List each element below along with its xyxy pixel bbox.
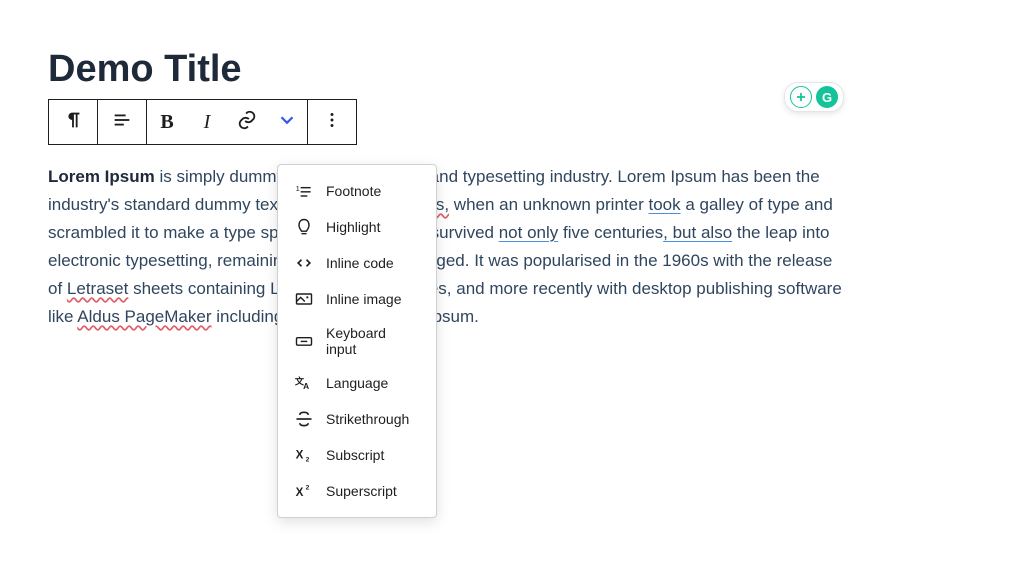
- dropdown-item-superscript[interactable]: X2 Superscript: [278, 473, 436, 509]
- highlight-icon: [294, 217, 314, 237]
- bold-button[interactable]: B: [147, 100, 187, 144]
- dropdown-item-label: Highlight: [326, 219, 380, 235]
- bold-icon: B: [160, 111, 173, 134]
- dropdown-item-label: Inline code: [326, 255, 394, 271]
- ellipsis-vertical-icon: [321, 109, 343, 136]
- image-icon: [294, 289, 314, 309]
- dropdown-item-strikethrough[interactable]: Strikethrough: [278, 401, 436, 437]
- body-seg: five centuries: [558, 223, 663, 242]
- svg-text:A: A: [303, 381, 309, 391]
- dropdown-item-inline-code[interactable]: Inline code: [278, 245, 436, 281]
- body-took: took: [648, 195, 680, 214]
- italic-button[interactable]: I: [187, 100, 227, 144]
- body-aldus: Aldus PageMaker: [77, 307, 211, 326]
- svg-text:X: X: [296, 486, 304, 499]
- dropdown-item-footnote[interactable]: 1 Footnote: [278, 173, 436, 209]
- options-button[interactable]: [308, 100, 356, 144]
- paragraph-block[interactable]: Lorem Ipsum is simply dummy text of the …: [48, 163, 848, 331]
- subscript-icon: X2: [294, 445, 314, 465]
- svg-text:1: 1: [296, 184, 300, 193]
- dropdown-item-label: Inline image: [326, 291, 402, 307]
- link-icon: [236, 109, 258, 136]
- svg-text:2: 2: [306, 484, 310, 491]
- dropdown-item-label: Language: [326, 375, 388, 391]
- italic-icon: I: [204, 111, 211, 134]
- chevron-down-icon: [276, 109, 298, 136]
- dropdown-item-label: Keyboard input: [326, 325, 420, 357]
- dropdown-item-highlight[interactable]: Highlight: [278, 209, 436, 245]
- dropdown-item-label: Strikethrough: [326, 411, 409, 427]
- footnote-icon: 1: [294, 181, 314, 201]
- svg-text:2: 2: [306, 457, 310, 464]
- grammarly-logo-icon: G: [816, 86, 838, 108]
- svg-text:X: X: [296, 448, 304, 461]
- keyboard-icon: [294, 331, 314, 351]
- dropdown-item-inline-image[interactable]: Inline image: [278, 281, 436, 317]
- link-button[interactable]: [227, 100, 267, 144]
- body-notonly: not only: [499, 223, 559, 242]
- pilcrow-icon: [62, 109, 84, 136]
- superscript-icon: X2: [294, 481, 314, 501]
- more-rich-text-button[interactable]: [267, 100, 307, 144]
- body-letraset: Letraset: [67, 279, 128, 298]
- dropdown-item-label: Subscript: [326, 447, 384, 463]
- code-icon: [294, 253, 314, 273]
- grammarly-widget[interactable]: G: [784, 82, 844, 112]
- dropdown-item-label: Superscript: [326, 483, 397, 499]
- block-toolbar: B I: [48, 99, 357, 145]
- dropdown-item-subscript[interactable]: X2 Subscript: [278, 437, 436, 473]
- rich-text-dropdown: 1 Footnote Highlight Inline code Inline …: [277, 164, 437, 518]
- align-left-icon: [111, 109, 133, 136]
- body-seg: when an unknown printer: [449, 195, 648, 214]
- dropdown-item-label: Footnote: [326, 183, 381, 199]
- paragraph-button[interactable]: [49, 100, 97, 144]
- strikethrough-icon: [294, 409, 314, 429]
- body-lead: Lorem Ipsum: [48, 167, 155, 186]
- grammarly-plus-icon: [790, 86, 812, 108]
- dropdown-item-language[interactable]: 文A Language: [278, 365, 436, 401]
- align-button[interactable]: [98, 100, 146, 144]
- dropdown-item-keyboard-input[interactable]: Keyboard input: [278, 317, 436, 365]
- language-icon: 文A: [294, 373, 314, 393]
- body-butalso: , but also: [663, 223, 732, 242]
